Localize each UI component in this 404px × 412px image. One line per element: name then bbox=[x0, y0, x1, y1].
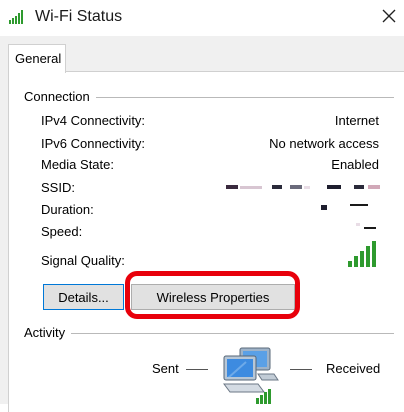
duration-redacted bbox=[318, 202, 370, 216]
window-title: Wi-Fi Status bbox=[35, 8, 123, 25]
media-state-label: Media State: bbox=[41, 157, 114, 172]
ipv4-value: Internet bbox=[334, 113, 379, 128]
signal-bar bbox=[372, 241, 376, 267]
duration-label: Duration: bbox=[41, 202, 94, 217]
wireless-properties-button[interactable]: Wireless Properties bbox=[131, 284, 295, 310]
speed-label: Speed: bbox=[41, 224, 83, 239]
ipv4-label: IPv4 Connectivity: bbox=[41, 113, 146, 128]
received-label: Received bbox=[326, 361, 381, 376]
ipv6-label: IPv6 Connectivity: bbox=[41, 136, 146, 151]
sent-line bbox=[186, 369, 208, 370]
speed-redacted bbox=[340, 222, 376, 236]
signal-bars-icon bbox=[348, 241, 376, 267]
ipv6-value: No network access bbox=[269, 136, 379, 151]
media-state-value: Enabled bbox=[331, 157, 379, 172]
details-button[interactable]: Details... bbox=[43, 284, 124, 310]
title-bar: Wi-Fi Status bbox=[0, 0, 404, 36]
wifi-signal-icon bbox=[9, 10, 23, 24]
signal-bar bbox=[354, 256, 358, 267]
signal-quality-label: Signal Quality: bbox=[41, 253, 125, 268]
activity-heading: Activity bbox=[24, 325, 72, 340]
sent-label: Sent bbox=[152, 361, 179, 376]
ssid-redacted bbox=[226, 184, 380, 192]
signal-bar bbox=[348, 261, 352, 267]
connection-heading: Connection bbox=[24, 89, 96, 104]
tab-general-label: General bbox=[15, 51, 62, 66]
tab-general[interactable]: General bbox=[8, 44, 66, 73]
received-line bbox=[290, 369, 312, 370]
signal-bar bbox=[366, 246, 370, 267]
signal-bar bbox=[360, 251, 364, 267]
activity-divider bbox=[26, 333, 394, 334]
network-computers-icon bbox=[223, 347, 279, 404]
close-icon[interactable] bbox=[382, 9, 396, 23]
ssid-label: SSID: bbox=[41, 180, 75, 195]
